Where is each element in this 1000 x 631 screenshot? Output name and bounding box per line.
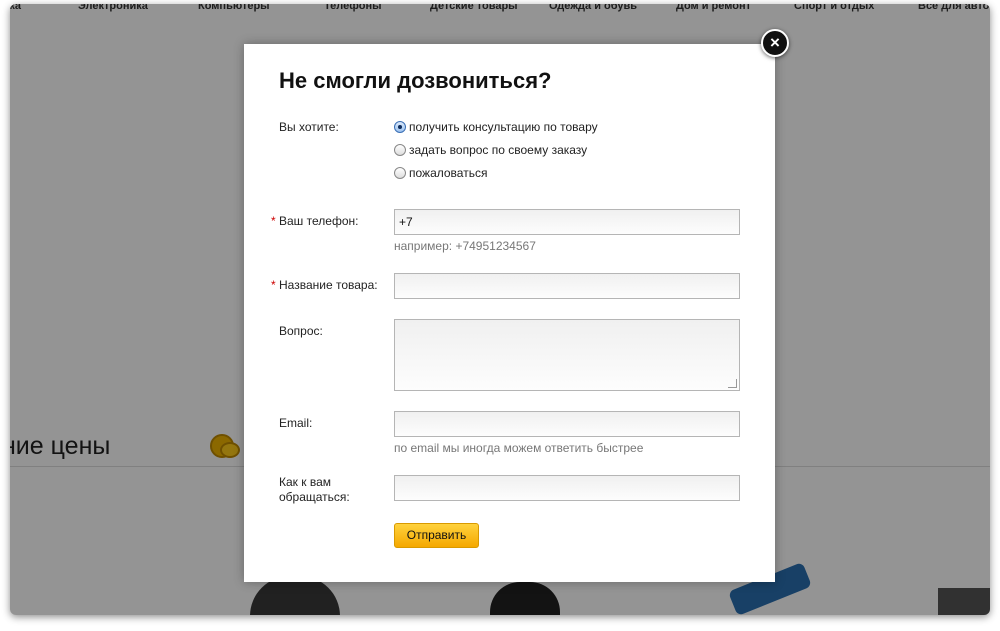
intent-label: Вы хотите: (279, 120, 339, 134)
radio-checked-icon[interactable] (394, 121, 406, 133)
submit-button[interactable]: Отправить (394, 523, 479, 548)
question-textarea[interactable] (394, 319, 740, 391)
name-input[interactable] (394, 475, 740, 501)
question-label: Вопрос: (279, 324, 323, 338)
modal-title: Не смогли дозвониться? (279, 68, 552, 93)
phone-input[interactable]: +7 (394, 209, 740, 235)
intent-option-label: задать вопрос по своему заказу (409, 143, 588, 157)
intent-option-consult[interactable]: получить консультацию по товару (394, 120, 598, 134)
radio-icon[interactable] (394, 144, 406, 156)
close-icon[interactable]: × (761, 29, 789, 57)
email-hint: по email мы иногда можем ответить быстре… (394, 441, 644, 455)
email-label: Email: (279, 416, 313, 430)
email-input[interactable] (394, 411, 740, 437)
phone-hint: например: +74951234567 (394, 239, 536, 253)
product-label: * Название товара: (271, 278, 378, 293)
intent-option-complaint[interactable]: пожаловаться (394, 166, 487, 180)
required-mark: * (271, 214, 276, 228)
name-label: Как к вам обращаться: (279, 475, 350, 504)
callback-modal: Не смогли дозвониться? Вы хотите: получи… (244, 44, 775, 582)
product-label-text: Название товара: (279, 278, 378, 292)
phone-label: * Ваш телефон: (271, 214, 359, 229)
product-name-input[interactable] (394, 273, 740, 299)
phone-label-text: Ваш телефон: (279, 214, 359, 228)
radio-icon[interactable] (394, 167, 406, 179)
required-mark: * (271, 278, 276, 292)
resize-grip-icon[interactable] (728, 379, 737, 388)
intent-option-label: получить консультацию по товару (409, 120, 598, 134)
intent-option-label: пожаловаться (409, 166, 488, 180)
intent-option-order-question[interactable]: задать вопрос по своему заказу (394, 143, 587, 157)
